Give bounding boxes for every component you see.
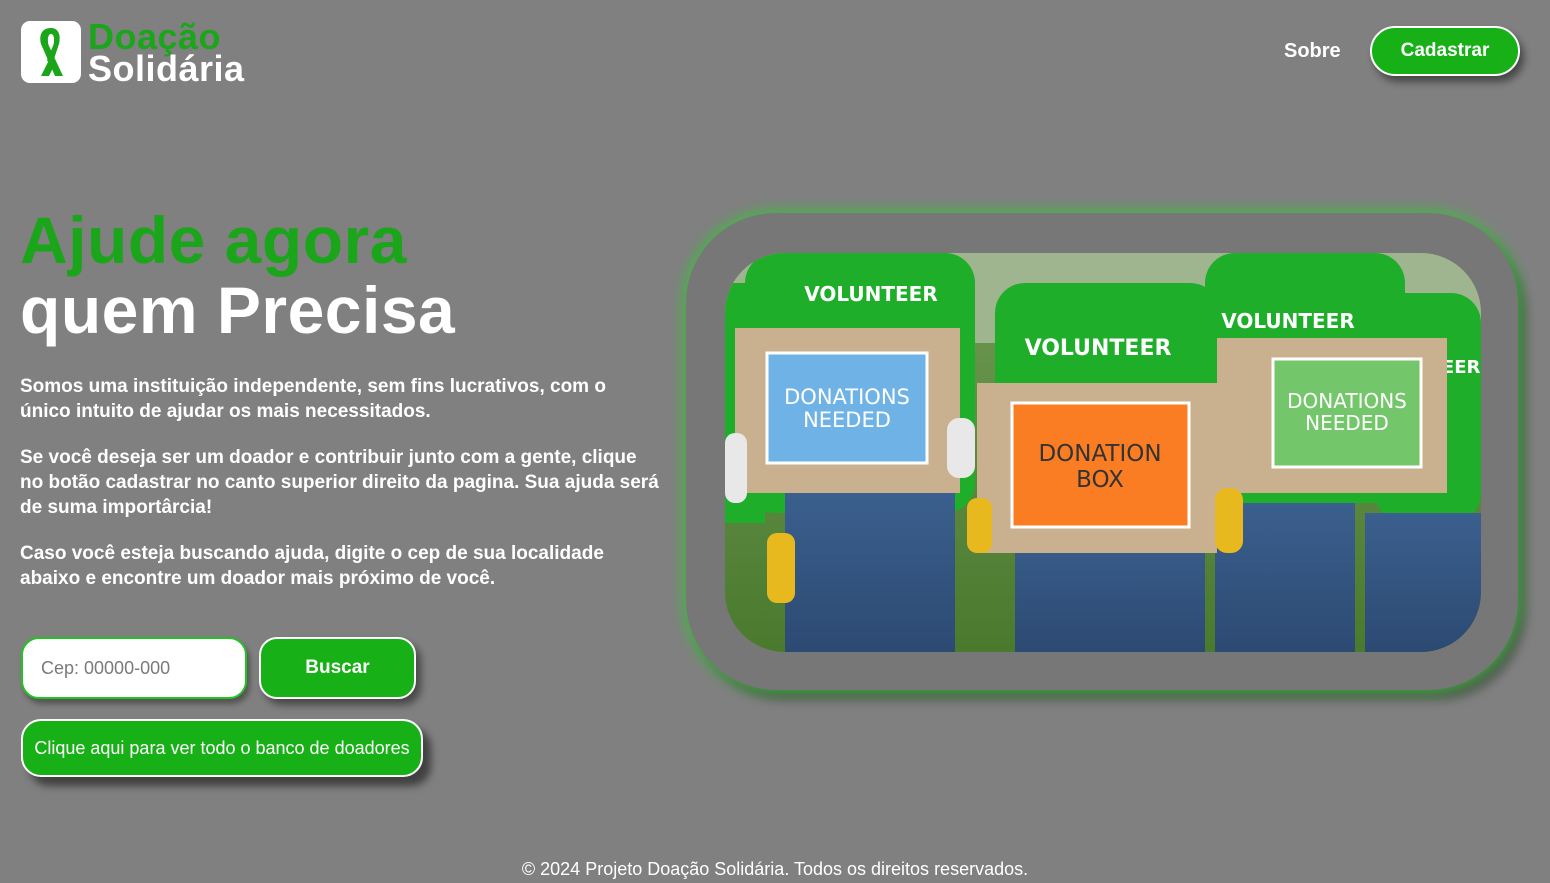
shirt-text-3: VOLUNTEER	[1221, 309, 1355, 333]
nav-about-link[interactable]: Sobre	[1284, 40, 1341, 63]
box-left-line2: NEEDED	[803, 408, 891, 432]
help-paragraph: Caso você esteja buscando ajuda, digite …	[20, 543, 604, 589]
box-center-line1: DONATION	[1038, 441, 1161, 467]
donor-paragraph: Se você deseja ser um doador e contribui…	[20, 447, 659, 518]
box-center-line2: BOX	[1076, 467, 1124, 493]
hero-headline: Ajude agora quem Precisa	[20, 205, 455, 345]
shirt-text-1: VOLUNTEER	[804, 282, 938, 306]
logo-line2: Solidária	[88, 48, 245, 90]
headline-line2: quem Precisa	[20, 273, 456, 347]
headline-line1: Ajude agora	[20, 203, 407, 277]
signup-button[interactable]: Cadastrar	[1370, 26, 1520, 76]
volunteers-photo: VOLUNTEER VOLUNTEER VOLUNTEER TEER DONAT…	[725, 253, 1481, 652]
cep-input[interactable]	[21, 637, 247, 699]
intro-paragraph: Somos uma instituição independente, sem …	[20, 376, 606, 422]
green-ribbon-icon	[21, 21, 81, 83]
footer-text: © 2024 Projeto Doação Solidária. Todos o…	[521, 859, 1029, 879]
search-button[interactable]: Buscar	[259, 637, 416, 699]
shirt-text-2: VOLUNTEER	[1025, 336, 1172, 361]
box-left-line1: DONATIONS	[784, 385, 910, 409]
box-right-line1: DONATIONS	[1287, 389, 1407, 413]
logo[interactable]: Doação Solidária	[21, 18, 245, 90]
box-right-line2: NEEDED	[1305, 411, 1389, 435]
view-donors-button[interactable]: Clique aqui para ver todo o banco de doa…	[21, 719, 423, 777]
